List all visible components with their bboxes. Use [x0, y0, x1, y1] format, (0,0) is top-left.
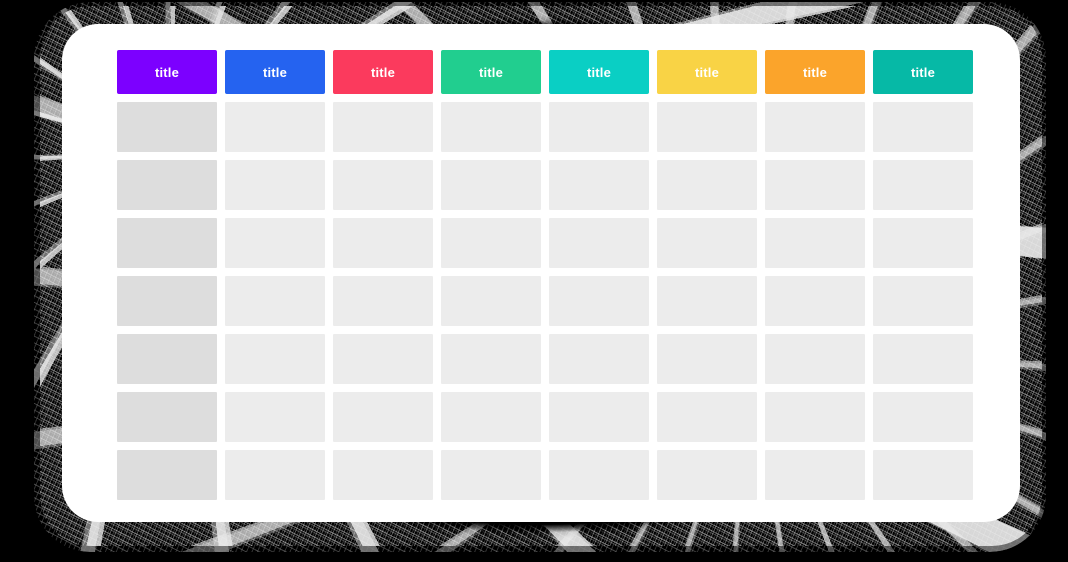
- table-header-label: title: [910, 64, 936, 80]
- table-header-label: title: [262, 64, 288, 80]
- table-cell-r5-c4[interactable]: [441, 334, 541, 384]
- table-header-cell-4[interactable]: title: [441, 50, 541, 94]
- table-cell-r6-c1[interactable]: [117, 392, 217, 442]
- table-cell-r1-c7[interactable]: [765, 102, 865, 152]
- table-cell-r5-c7[interactable]: [765, 334, 865, 384]
- table-cell-r1-c6[interactable]: [657, 102, 757, 152]
- table-cell-r3-c5[interactable]: [549, 218, 649, 268]
- table-cell-r5-c6[interactable]: [657, 334, 757, 384]
- table-cell-r7-c3[interactable]: [333, 450, 433, 500]
- table-cell-r1-c4[interactable]: [441, 102, 541, 152]
- table-cell-r3-c1[interactable]: [117, 218, 217, 268]
- table-cell-r5-c5[interactable]: [549, 334, 649, 384]
- table-header-cell-1[interactable]: title: [117, 50, 217, 94]
- table-header-cell-2[interactable]: title: [225, 50, 325, 94]
- table-cell-r2-c4[interactable]: [441, 160, 541, 210]
- table-cell-r1-c5[interactable]: [549, 102, 649, 152]
- table-cell-r4-c7[interactable]: [765, 276, 865, 326]
- table-cell-r3-c8[interactable]: [873, 218, 973, 268]
- content-card: title title title title title title title title: [62, 24, 1020, 522]
- table-header-cell-8[interactable]: title: [873, 50, 973, 94]
- table-cell-r3-c7[interactable]: [765, 218, 865, 268]
- table-cell-r2-c5[interactable]: [549, 160, 649, 210]
- table-cell-r5-c3[interactable]: [333, 334, 433, 384]
- table-cell-r3-c6[interactable]: [657, 218, 757, 268]
- table-header-label: title: [694, 64, 720, 80]
- table-cell-r6-c3[interactable]: [333, 392, 433, 442]
- table-cell-r2-c2[interactable]: [225, 160, 325, 210]
- table-header-cell-7[interactable]: title: [765, 50, 865, 94]
- screen-background: title title title title title title title title: [0, 0, 1068, 562]
- table-cell-r2-c3[interactable]: [333, 160, 433, 210]
- table-cell-r2-c6[interactable]: [657, 160, 757, 210]
- table-cell-r3-c4[interactable]: [441, 218, 541, 268]
- table-header-label: title: [586, 64, 612, 80]
- table-cell-r4-c6[interactable]: [657, 276, 757, 326]
- table-cell-r7-c4[interactable]: [441, 450, 541, 500]
- table-cell-r7-c8[interactable]: [873, 450, 973, 500]
- table-header-label: title: [802, 64, 828, 80]
- table-cell-r4-c3[interactable]: [333, 276, 433, 326]
- table-cell-r5-c1[interactable]: [117, 334, 217, 384]
- table-cell-r6-c6[interactable]: [657, 392, 757, 442]
- table-cell-r2-c8[interactable]: [873, 160, 973, 210]
- table-cell-r4-c8[interactable]: [873, 276, 973, 326]
- table-cell-r6-c2[interactable]: [225, 392, 325, 442]
- table-cell-r1-c1[interactable]: [117, 102, 217, 152]
- table-cell-r5-c2[interactable]: [225, 334, 325, 384]
- table-header-label: title: [370, 64, 396, 80]
- table-cell-r7-c5[interactable]: [549, 450, 649, 500]
- table-cell-r7-c6[interactable]: [657, 450, 757, 500]
- table-cell-r6-c5[interactable]: [549, 392, 649, 442]
- data-table: title title title title title title title title: [117, 50, 973, 500]
- table-cell-r1-c8[interactable]: [873, 102, 973, 152]
- table-header-label: title: [478, 64, 504, 80]
- table-cell-r5-c8[interactable]: [873, 334, 973, 384]
- table-cell-r4-c2[interactable]: [225, 276, 325, 326]
- table-cell-r2-c1[interactable]: [117, 160, 217, 210]
- table-cell-r1-c2[interactable]: [225, 102, 325, 152]
- table-cell-r6-c8[interactable]: [873, 392, 973, 442]
- table-cell-r4-c5[interactable]: [549, 276, 649, 326]
- table-header-label: title: [154, 64, 180, 80]
- table-cell-r6-c7[interactable]: [765, 392, 865, 442]
- table-cell-r3-c3[interactable]: [333, 218, 433, 268]
- table-cell-r7-c7[interactable]: [765, 450, 865, 500]
- table-cell-r7-c2[interactable]: [225, 450, 325, 500]
- table-cell-r4-c1[interactable]: [117, 276, 217, 326]
- table-cell-r4-c4[interactable]: [441, 276, 541, 326]
- table-cell-r6-c4[interactable]: [441, 392, 541, 442]
- table-header-cell-5[interactable]: title: [549, 50, 649, 94]
- table-cell-r1-c3[interactable]: [333, 102, 433, 152]
- table-header-cell-3[interactable]: title: [333, 50, 433, 94]
- table-cell-r7-c1[interactable]: [117, 450, 217, 500]
- table-cell-r2-c7[interactable]: [765, 160, 865, 210]
- table-cell-r3-c2[interactable]: [225, 218, 325, 268]
- table-header-cell-6[interactable]: title: [657, 50, 757, 94]
